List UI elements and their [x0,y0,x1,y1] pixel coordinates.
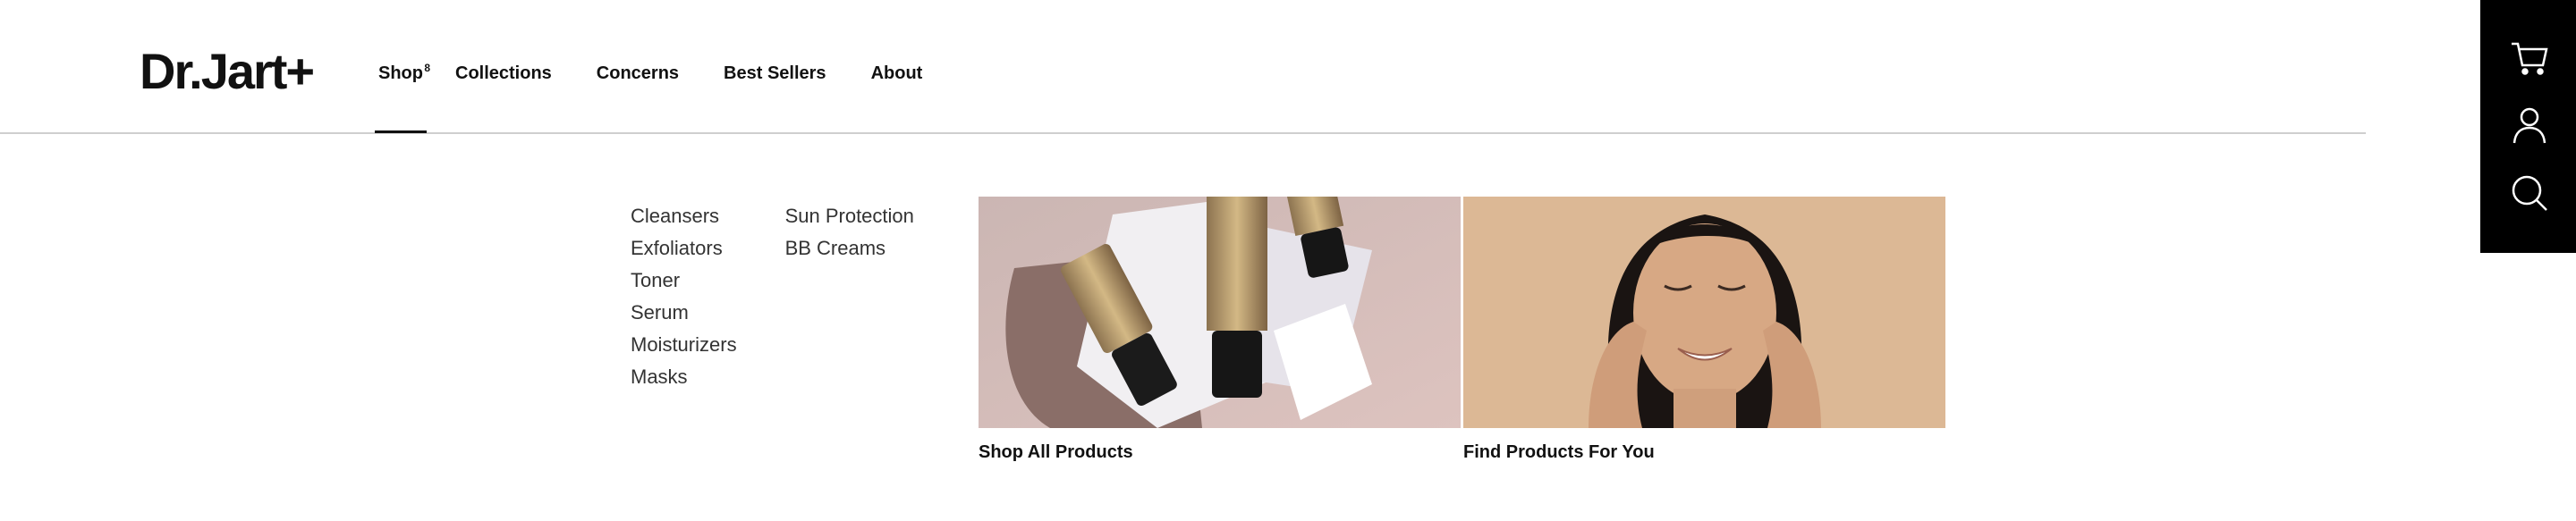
bb-cream-tubes-photo[interactable] [979,197,1461,428]
cart-icon[interactable] [2510,38,2549,78]
account-icon[interactable] [2510,105,2549,145]
promo-card-shop-all[interactable]: Shop All Products [979,197,1461,463]
category-link-serum[interactable]: Serum [631,297,737,329]
category-link-toner[interactable]: Toner [631,265,737,297]
category-link-masks[interactable]: Masks [631,361,737,393]
utility-bar [2480,0,2576,253]
search-icon[interactable] [2510,173,2549,213]
category-link-sun-protection[interactable]: Sun Protection [785,200,914,232]
nav-item-about[interactable]: About [871,63,923,84]
promo-card-find-products[interactable]: Find Products For You [1463,197,1945,463]
category-column-2: Sun Protection BB Creams [785,200,914,393]
category-link-bb-creams[interactable]: BB Creams [785,232,914,265]
promo-label-shop-all[interactable]: Shop All Products [979,442,1461,463]
nav-item-shop[interactable]: Shop 8 [375,62,430,133]
nav-badge-count: 8 [424,62,430,74]
nav-label-shop: Shop [378,63,423,83]
main-nav: Shop 8 Collections Concerns Best Sellers… [375,62,967,133]
nav-item-best-sellers[interactable]: Best Sellers [724,63,826,84]
nav-item-concerns[interactable]: Concerns [597,63,679,84]
smiling-woman-photo[interactable] [1463,197,1945,428]
brand-logo[interactable]: Dr.Jart+ [140,46,315,97]
category-link-exfoliators[interactable]: Exfoliators [631,232,737,265]
category-link-moisturizers[interactable]: Moisturizers [631,329,737,361]
promo-label-find-products[interactable]: Find Products For You [1463,442,1945,463]
category-menu: Cleansers Exfoliators Toner Serum Moistu… [631,200,962,393]
site-header: Dr.Jart+ Shop 8 Collections Concerns Bes… [0,0,2366,134]
nav-item-collections[interactable]: Collections [455,63,552,84]
category-column-1: Cleansers Exfoliators Toner Serum Moistu… [631,200,737,393]
category-link-cleansers[interactable]: Cleansers [631,200,737,232]
